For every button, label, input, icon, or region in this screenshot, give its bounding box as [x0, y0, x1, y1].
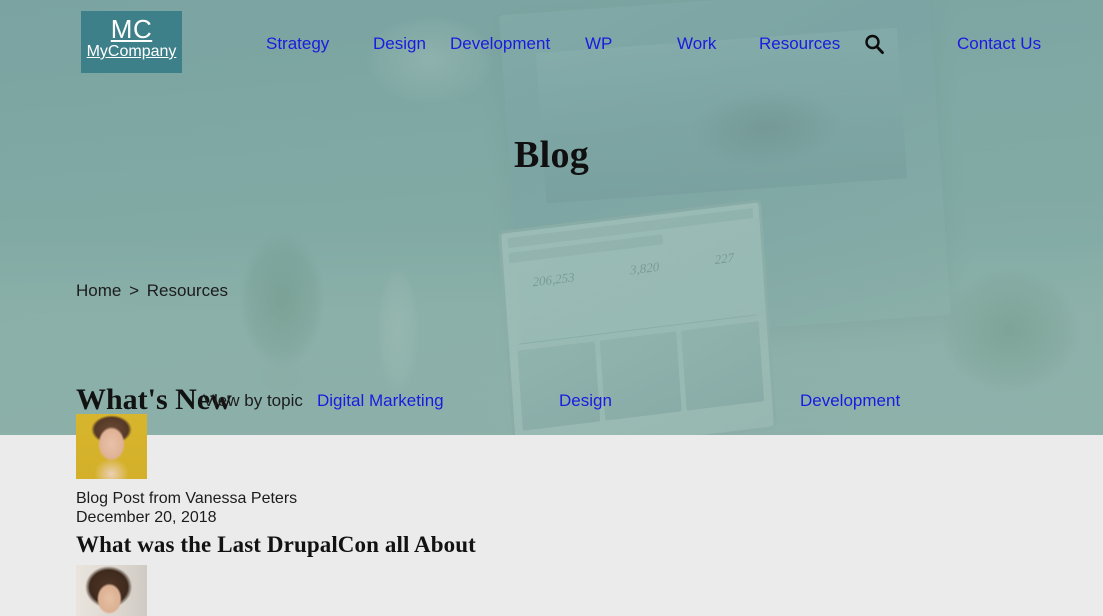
- topic-link-digital-marketing[interactable]: Digital Marketing: [317, 391, 444, 411]
- nav-item-contact-us[interactable]: Contact Us: [957, 34, 1041, 54]
- avatar: [76, 414, 147, 479]
- nav-item-development[interactable]: Development: [450, 34, 550, 54]
- nav-item-wp[interactable]: WP: [585, 34, 612, 54]
- breadcrumb-item-resources[interactable]: Resources: [147, 281, 228, 300]
- topic-link-design[interactable]: Design: [559, 391, 612, 411]
- main-navigation: Strategy Design Development WP Work Reso…: [0, 0, 1103, 84]
- list-item[interactable]: Blog Post from Vanessa Peters December 2…: [0, 414, 1103, 558]
- topic-link-development[interactable]: Development: [800, 391, 900, 411]
- breadcrumb: Home > Resources: [76, 281, 228, 301]
- topic-filter-bar: View by topic Digital Marketing Design D…: [0, 391, 1103, 413]
- post-list: Blog Post from Vanessa Peters December 2…: [0, 414, 1103, 616]
- topic-filter-label: View by topic: [203, 391, 303, 410]
- site-header: MC MyCompany Strategy Design Development…: [0, 0, 1103, 84]
- post-date: December 20, 2018: [76, 508, 217, 526]
- breadcrumb-separator: >: [129, 281, 140, 300]
- page-root: 206,253 3,820 227 Blog MC MyCompany Stra…: [0, 0, 1103, 616]
- nav-item-resources[interactable]: Resources: [759, 34, 840, 54]
- page-title: Blog: [513, 134, 590, 176]
- nav-item-strategy[interactable]: Strategy: [266, 34, 329, 54]
- nav-item-design[interactable]: Design: [373, 34, 426, 54]
- search-button[interactable]: [863, 33, 885, 55]
- breadcrumb-item-home[interactable]: Home: [76, 281, 121, 300]
- search-icon: [865, 34, 884, 55]
- avatar: [76, 564, 147, 616]
- post-title[interactable]: What was the Last DrupalCon all About: [76, 532, 1103, 558]
- post-author: Blog Post from Vanessa Peters: [76, 490, 298, 507]
- list-item[interactable]: [0, 564, 1103, 616]
- nav-item-work[interactable]: Work: [677, 34, 716, 54]
